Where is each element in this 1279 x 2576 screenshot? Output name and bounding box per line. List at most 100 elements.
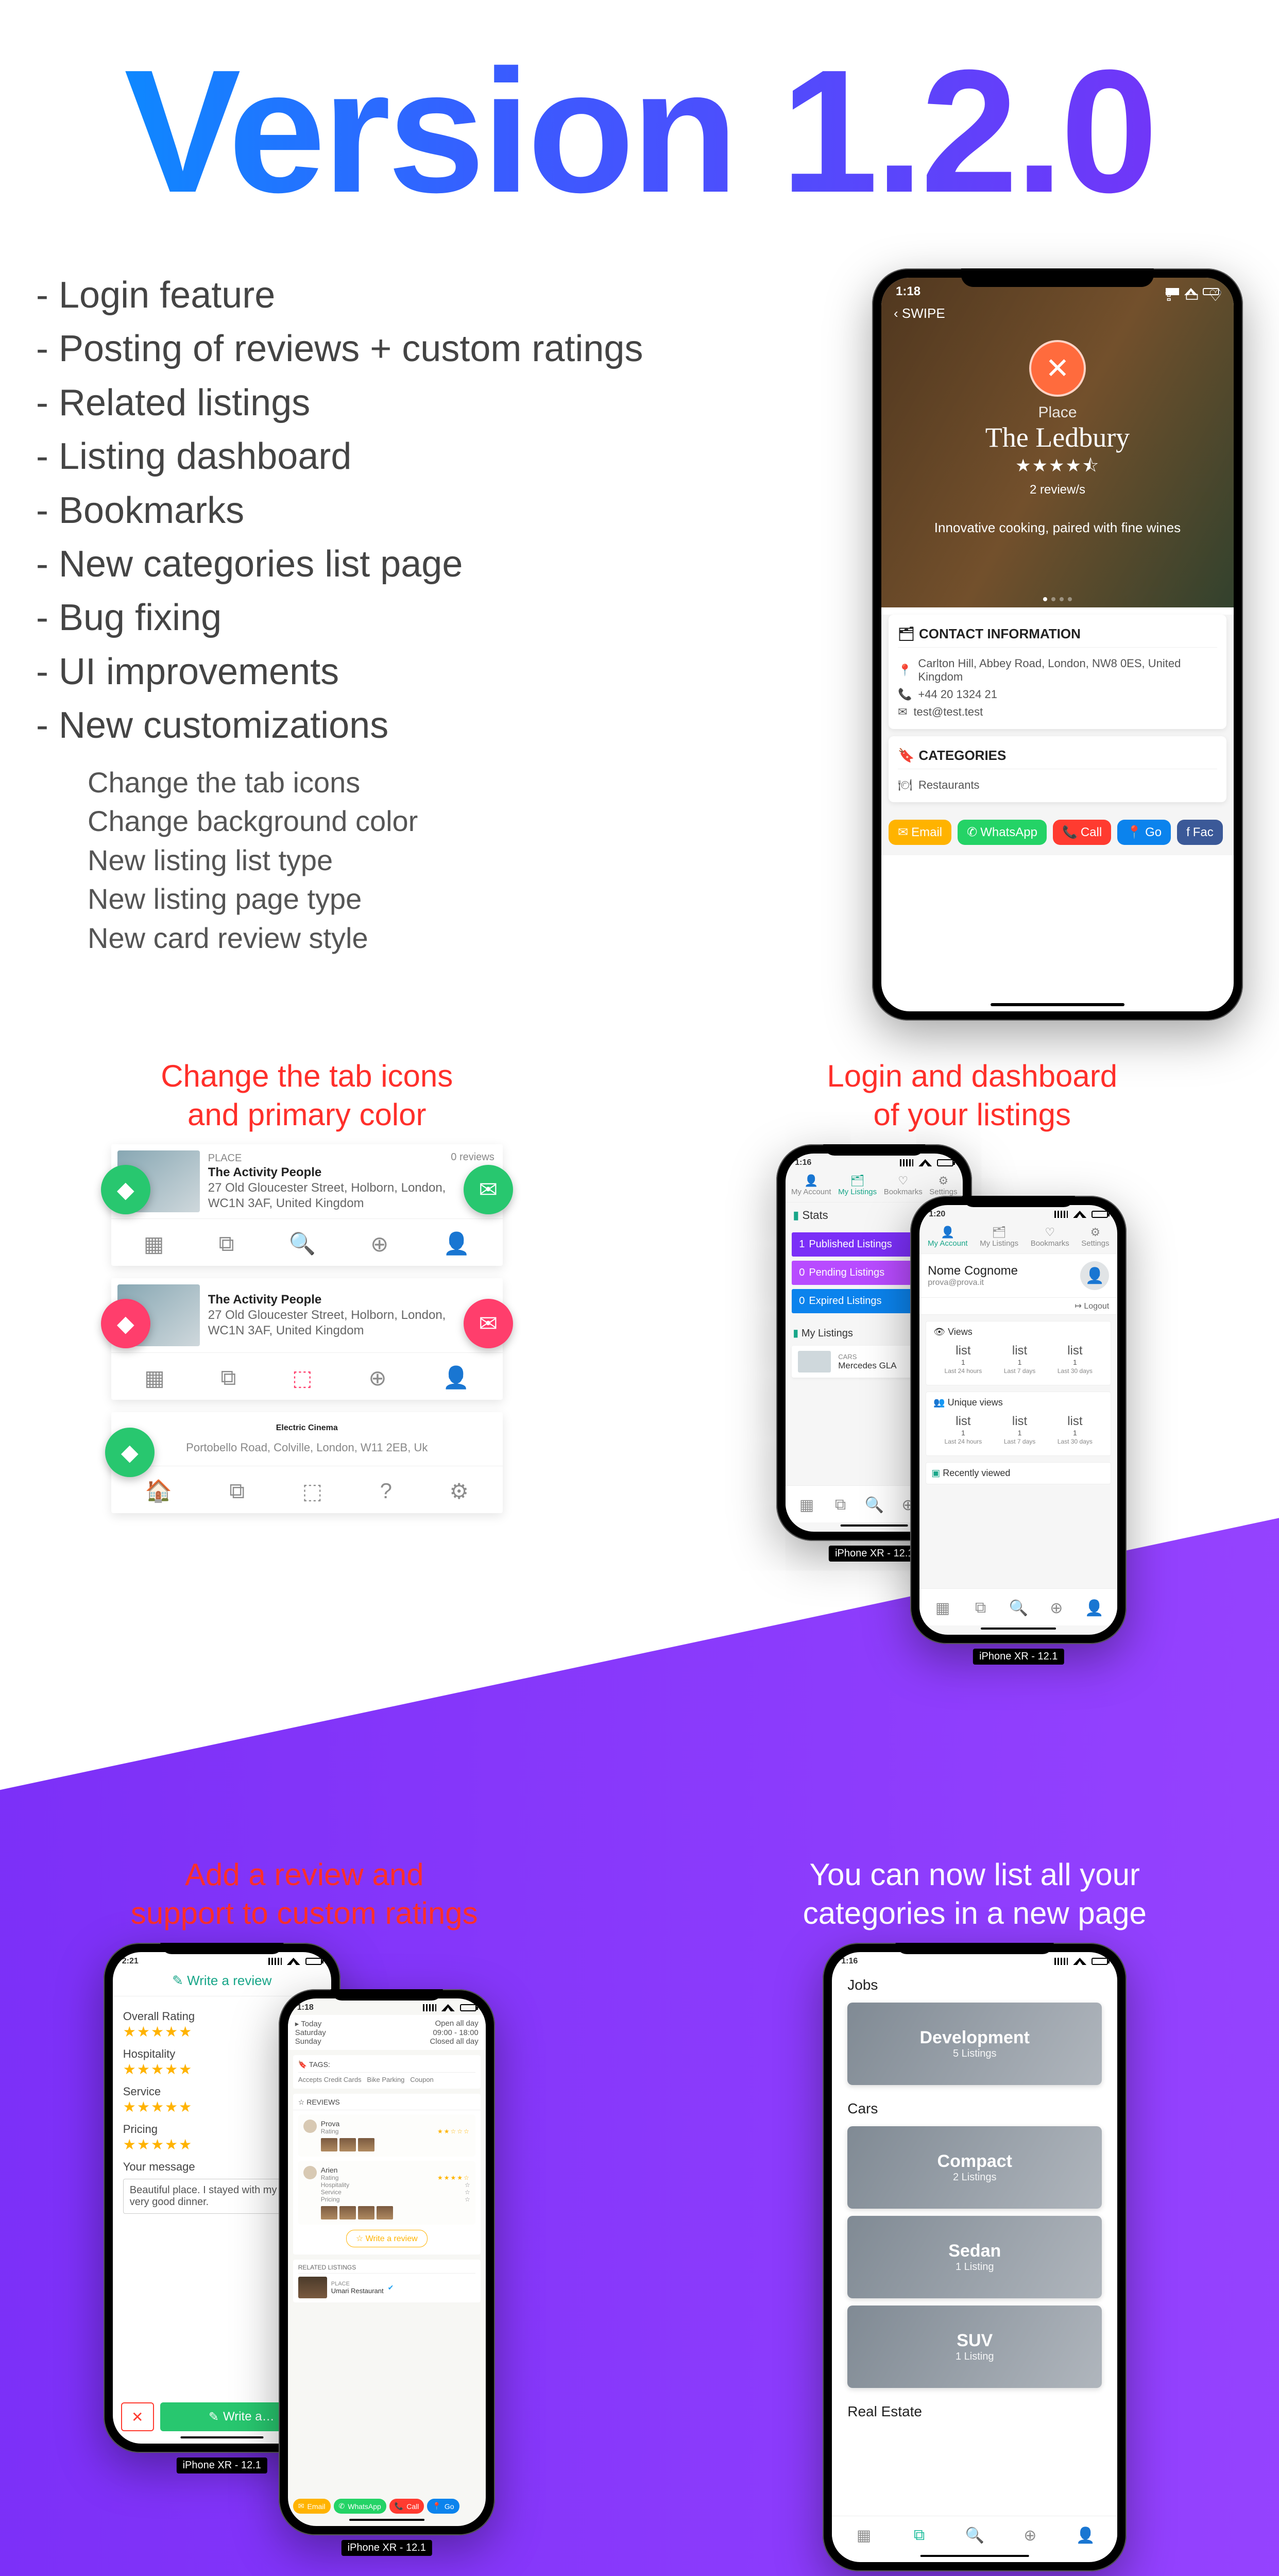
tab-copy-icon[interactable]: ⧉: [219, 1231, 234, 1257]
tab-grid-icon[interactable]: ▦: [790, 1496, 824, 1514]
tab-copy-icon[interactable]: ⧉: [229, 1479, 245, 1504]
verified-icon: ✔: [388, 2283, 394, 2292]
category-icon: 🍽: [898, 778, 912, 792]
listing-title[interactable]: The Activity People: [208, 1292, 497, 1308]
email-pill[interactable]: ✉ Email: [889, 820, 951, 845]
mail-icon: ✉: [898, 705, 907, 719]
review-item: Prova Rating★★☆☆☆: [298, 2114, 475, 2157]
facebook-pill[interactable]: f Fac: [1177, 820, 1223, 845]
device-label: iPhone XR - 12.1: [973, 1649, 1064, 1665]
cancel-button[interactable]: ✕: [121, 2402, 154, 2431]
listing-addr: 27 Old Gloucester Street, Holborn, Londo…: [208, 1180, 497, 1196]
tab-map-icon[interactable]: ⬚: [302, 1479, 323, 1504]
tab-help-icon[interactable]: ?: [380, 1479, 392, 1504]
category-item[interactable]: Restaurants: [918, 778, 980, 792]
tab-globe-icon[interactable]: ⊕: [370, 1231, 388, 1257]
tab-globe-icon[interactable]: ⊕: [1037, 1599, 1076, 1617]
phone-hero: 1:18 ‹ SWIPE ⇪ ▭ ♡ ✕ Place The Ledbury ★…: [872, 268, 1243, 1021]
feature-item: - UI improvements: [36, 645, 851, 699]
map-badge-icon[interactable]: ◆: [101, 1299, 150, 1348]
listing-addr2: WC1N 3AF, United Kingdom: [208, 1323, 497, 1338]
comment-icon[interactable]: ▭: [1185, 287, 1199, 305]
call-pill[interactable]: 📞 Call: [1053, 820, 1111, 845]
tab-copy-icon[interactable]: ⧉: [220, 1365, 236, 1391]
call-pill[interactable]: 📞 Call: [389, 2499, 424, 2514]
tab-search-icon[interactable]: 🔍: [857, 1496, 891, 1514]
whatsapp-pill[interactable]: ✆ WhatsApp: [958, 820, 1047, 845]
place-review-count: 2 review/s: [881, 483, 1234, 497]
tab-grid-icon[interactable]: ▦: [144, 1365, 165, 1391]
caption-dashboard: Login and dashboard of your listings: [707, 1057, 1238, 1134]
tab-home-icon[interactable]: 🏠: [145, 1479, 172, 1504]
feature-list: - Login feature - Posting of reviews + c…: [36, 268, 851, 1021]
tab-globe-icon[interactable]: ⊕: [368, 1365, 386, 1391]
action-badge-icon[interactable]: ✉: [464, 1299, 513, 1348]
bookmarks-icon[interactable]: ♡: [884, 1174, 923, 1188]
tab-copy-icon[interactable]: ⧉: [824, 1496, 858, 1514]
tab-grid-icon[interactable]: ▦: [144, 1231, 164, 1257]
feature-item: - Listing dashboard: [36, 430, 851, 483]
related-heading: RELATED LISTINGS: [298, 2264, 475, 2274]
category-card[interactable]: Development5 Listings: [847, 2003, 1102, 2085]
back-label[interactable]: SWIPE: [902, 306, 945, 321]
tab-search-icon[interactable]: 🔍: [947, 2527, 1002, 2545]
tab-user-icon[interactable]: 👤: [442, 1365, 469, 1391]
section-cars: Cars: [832, 2092, 1117, 2119]
tab-user-icon[interactable]: 👤: [443, 1231, 470, 1257]
map-badge-icon[interactable]: ◆: [105, 1428, 155, 1477]
phone-dashboard-account: 1:20 👤My Account 🗂My Listings ♡Bookmarks…: [910, 1196, 1127, 1644]
tab-copy-icon[interactable]: ⧉: [892, 2527, 947, 2545]
tab-settings-icon[interactable]: ⚙: [449, 1479, 469, 1504]
contact-address: Carlton Hill, Abbey Road, London, NW8 0E…: [918, 657, 1217, 684]
tab-grid-icon[interactable]: ▦: [836, 2527, 892, 2545]
share-icon[interactable]: ⇪: [1163, 287, 1175, 305]
contact-email[interactable]: test@test.test: [913, 705, 983, 719]
views-heading: Views: [948, 1327, 973, 1337]
category-card[interactable]: Sedan1 Listing: [847, 2216, 1102, 2298]
reviews-count: 0 reviews: [451, 1151, 494, 1163]
section-jobs: Jobs: [832, 1969, 1117, 1995]
account-icon[interactable]: 👤: [791, 1174, 831, 1188]
tab-user-icon[interactable]: 👤: [1076, 1599, 1114, 1617]
write-review-heading: Write a review: [187, 1973, 271, 1988]
category-card[interactable]: SUV1 Listing: [847, 2306, 1102, 2388]
tab-search-icon[interactable]: 🔍: [999, 1599, 1037, 1617]
place-tagline: Innovative cooking, paired with fine win…: [881, 520, 1234, 536]
map-badge-icon[interactable]: ◆: [101, 1165, 150, 1214]
action-badge-icon[interactable]: ✉: [464, 1165, 513, 1214]
tab-copy-icon[interactable]: ⧉: [962, 1599, 1000, 1617]
whatsapp-pill[interactable]: ✆ WhatsApp: [334, 2499, 386, 2514]
tab-user-icon[interactable]: 👤: [1058, 2527, 1114, 2545]
tab-grid-icon[interactable]: ▦: [924, 1599, 962, 1617]
caption-tabs: Change the tab icons and primary color: [41, 1057, 573, 1134]
settings-icon[interactable]: ⚙: [929, 1174, 957, 1188]
listing-title[interactable]: The Activity People: [208, 1165, 497, 1180]
email-pill[interactable]: ✉ Email: [293, 2499, 331, 2514]
sub-feature-item: Change background color: [88, 802, 851, 841]
phone-categories: 1:16 Jobs Development5 Listings Cars Com…: [823, 1943, 1127, 2571]
account-email: prova@prova.it: [928, 1278, 1074, 1287]
device-label: iPhone XR - 12.1: [342, 2540, 432, 2556]
status-time: 1:18: [896, 284, 920, 299]
feature-item: - Bookmarks: [36, 484, 851, 537]
expired-listings[interactable]: Expired Listings: [809, 1295, 881, 1307]
heart-icon[interactable]: ♡: [1208, 287, 1222, 305]
pending-listings[interactable]: Pending Listings: [809, 1267, 884, 1279]
account-name: Nome Cognome: [928, 1264, 1074, 1278]
logout-button[interactable]: ↦ Logout: [919, 1298, 1117, 1315]
go-pill[interactable]: 📍 Go: [1117, 820, 1171, 845]
listing-title[interactable]: Electric Cinema: [276, 1423, 338, 1433]
go-pill[interactable]: 📍 Go: [427, 2499, 459, 2514]
place-name: The Ledbury: [881, 421, 1234, 453]
feature-item: - Posting of reviews + custom ratings: [36, 322, 851, 376]
category-card[interactable]: Compact2 Listings: [847, 2126, 1102, 2209]
tab-search-icon[interactable]: 🔍: [289, 1231, 316, 1257]
contact-phone[interactable]: +44 20 1324 21: [918, 688, 997, 701]
write-review-button[interactable]: ☆ Write a review: [346, 2230, 428, 2247]
sub-feature-item: New card review style: [88, 919, 851, 958]
published-listings[interactable]: Published Listings: [809, 1239, 892, 1250]
tab-globe-icon[interactable]: ⊕: [1002, 2527, 1058, 2545]
tab-map-icon[interactable]: ⬚: [292, 1365, 313, 1391]
listings-icon[interactable]: 🗂: [838, 1174, 877, 1188]
device-label: iPhone XR - 12.1: [177, 2458, 267, 2473]
